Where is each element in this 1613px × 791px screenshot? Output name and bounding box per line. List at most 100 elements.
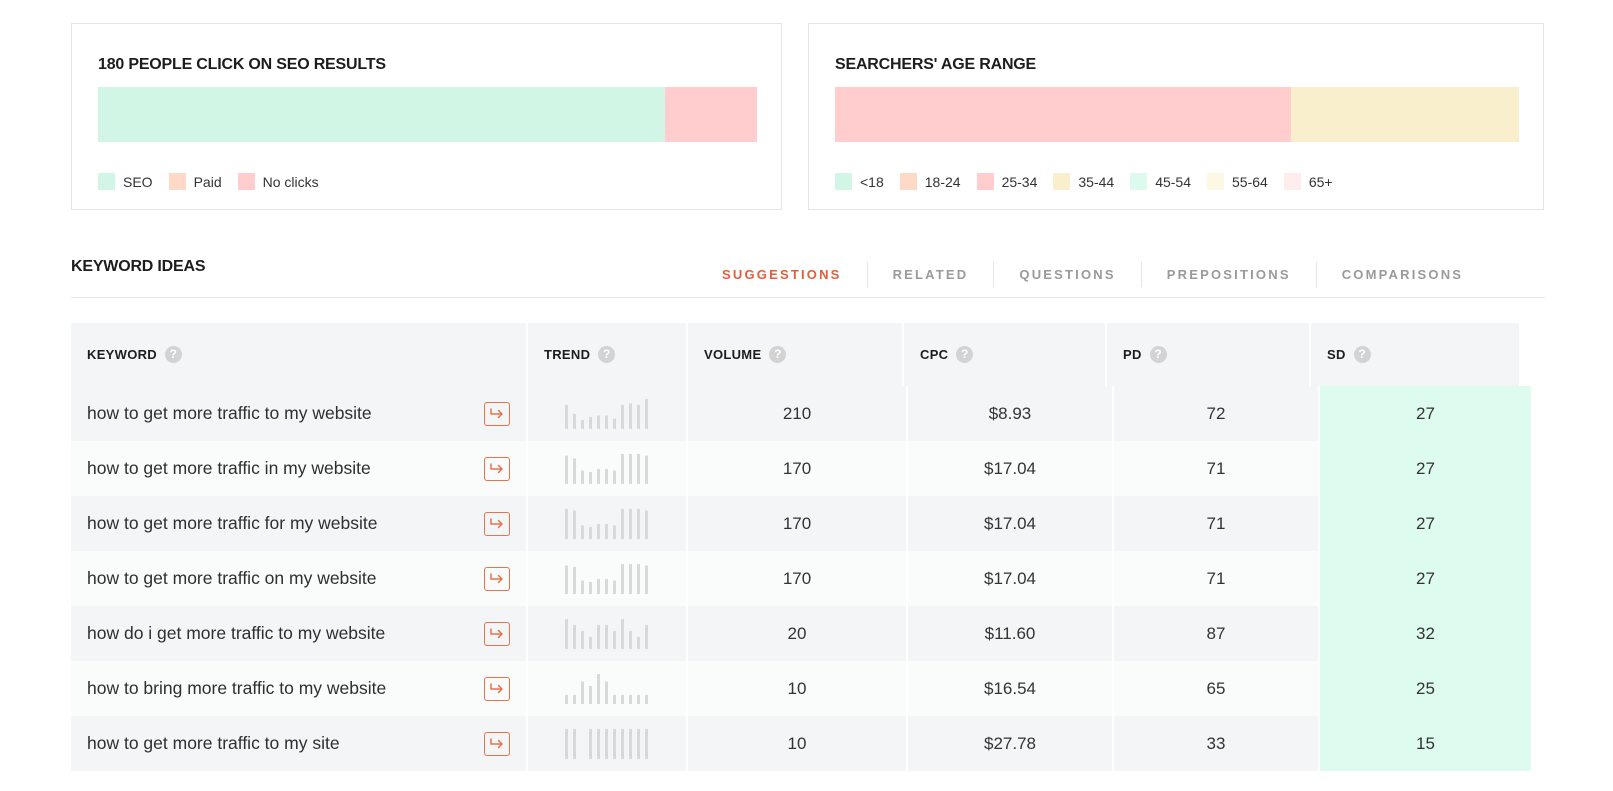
trend-bar xyxy=(629,563,632,594)
seo-segment-seo xyxy=(98,87,665,142)
column-header-cpc[interactable]: CPC? xyxy=(904,323,1105,386)
arrow-turn-right-icon[interactable] xyxy=(484,676,510,701)
cpc-cell: $17.04 xyxy=(908,551,1112,606)
pd-cell: 65 xyxy=(1114,661,1318,716)
legend-label: 18-24 xyxy=(924,173,961,190)
column-header-volume[interactable]: VOLUME? xyxy=(688,323,902,386)
trend-cell xyxy=(528,716,686,771)
keyword-text[interactable]: how to bring more traffic to my website xyxy=(87,678,386,699)
tab-questions[interactable]: QUESTIONS xyxy=(994,267,1140,282)
trend-bar xyxy=(605,523,608,539)
cpc-cell: $17.04 xyxy=(908,441,1112,496)
trend-bar xyxy=(629,403,632,429)
trend-bar xyxy=(613,470,616,484)
tab-comparisons[interactable]: COMPARISONS xyxy=(1317,267,1488,282)
help-icon[interactable]: ? xyxy=(165,346,182,363)
sd-cell: 25 xyxy=(1320,661,1531,716)
trend-sparkline xyxy=(565,508,648,539)
trend-bar xyxy=(573,566,576,594)
sd-cell: 27 xyxy=(1320,496,1531,551)
table-row: how to get more traffic to my site 10 $27.… xyxy=(71,716,1565,771)
trend-sparkline xyxy=(565,453,648,484)
pd-cell: 71 xyxy=(1114,441,1318,496)
trend-bar xyxy=(637,404,640,429)
trend-bar xyxy=(565,694,568,704)
tab-related[interactable]: RELATED xyxy=(868,267,994,282)
legend-swatch xyxy=(1130,173,1148,190)
trend-bar xyxy=(597,624,600,649)
trend-bar xyxy=(621,618,624,649)
trend-bar xyxy=(581,681,584,704)
trend-bar xyxy=(645,398,648,429)
trend-bar xyxy=(589,416,592,429)
trend-bar xyxy=(565,508,568,539)
arrow-turn-right-icon[interactable] xyxy=(484,566,510,591)
column-header-trend[interactable]: TREND? xyxy=(528,323,686,386)
volume-cell: 10 xyxy=(688,716,906,771)
keyword-text[interactable]: how to get more traffic on my website xyxy=(87,568,377,589)
trend-sparkline xyxy=(565,563,648,594)
column-header-label: VOLUME xyxy=(704,347,762,362)
trend-bar xyxy=(565,565,568,594)
pd-cell: 87 xyxy=(1114,606,1318,661)
trend-bar xyxy=(589,581,592,594)
column-header-keyword[interactable]: KEYWORD? xyxy=(71,323,526,386)
tab-prepositions[interactable]: PREPOSITIONS xyxy=(1142,267,1316,282)
arrow-turn-right-icon[interactable] xyxy=(484,511,510,536)
keyword-text[interactable]: how to get more traffic in my website xyxy=(87,458,371,479)
column-header-label: TREND xyxy=(544,347,591,362)
trend-bar xyxy=(637,728,640,759)
trend-bar xyxy=(573,624,576,649)
trend-bar xyxy=(605,415,608,429)
trend-bar xyxy=(621,728,624,759)
volume-cell: 10 xyxy=(688,661,906,716)
keyword-cell: how to bring more traffic to my website xyxy=(71,661,526,716)
trend-cell xyxy=(528,441,686,496)
help-icon[interactable]: ? xyxy=(1149,346,1167,363)
trend-bar xyxy=(613,694,616,704)
trend-bar xyxy=(629,728,632,759)
help-icon[interactable]: ? xyxy=(1353,346,1371,363)
age-legend-item: 18-24 xyxy=(899,173,961,190)
help-icon[interactable]: ? xyxy=(769,346,787,363)
trend-bar xyxy=(605,468,608,484)
cpc-cell: $17.04 xyxy=(908,496,1112,551)
trend-bar xyxy=(589,471,592,484)
help-icon[interactable]: ? xyxy=(956,346,974,363)
age-segment-35-44 xyxy=(1291,87,1519,142)
column-header-sd[interactable]: SD? xyxy=(1311,323,1519,386)
keyword-text[interactable]: how to get more traffic to my site xyxy=(87,733,340,754)
arrow-turn-right-icon[interactable] xyxy=(484,401,510,426)
trend-bar xyxy=(645,455,648,484)
trend-bar xyxy=(645,694,648,704)
cpc-cell: $27.78 xyxy=(908,716,1112,771)
column-header-pd[interactable]: PD? xyxy=(1107,323,1309,386)
legend-swatch xyxy=(976,173,994,190)
trend-bar xyxy=(613,418,616,429)
keyword-text[interactable]: how to get more traffic to my website xyxy=(87,403,372,424)
trend-bar xyxy=(605,578,608,594)
legend-swatch xyxy=(1053,173,1071,190)
age-legend-item: <18 xyxy=(835,173,884,190)
keyword-text[interactable]: how do i get more traffic to my website xyxy=(87,623,385,644)
table-row: how to bring more traffic to my website 1… xyxy=(71,661,1565,716)
trend-cell xyxy=(528,606,686,661)
sd-cell: 27 xyxy=(1320,441,1531,496)
legend-swatch xyxy=(835,173,852,190)
pd-cell: 71 xyxy=(1114,496,1318,551)
arrow-turn-right-icon[interactable] xyxy=(484,731,510,756)
keyword-text[interactable]: how to get more traffic for my website xyxy=(87,513,378,534)
arrow-turn-right-icon[interactable] xyxy=(484,456,510,481)
trend-bar xyxy=(597,728,600,759)
help-icon[interactable]: ? xyxy=(598,346,616,363)
keyword-cell: how to get more traffic in my website xyxy=(71,441,526,496)
age-range-legend: <18 18-24 25-34 35-44 45-54 55-64 65+ xyxy=(835,173,1349,190)
keyword-cell: how to get more traffic for my website xyxy=(71,496,526,551)
legend-label: 35-44 xyxy=(1078,173,1115,190)
pd-cell: 72 xyxy=(1114,386,1318,441)
keyword-cell: how to get more traffic to my site xyxy=(71,716,526,771)
keyword-cell: how to get more traffic to my website xyxy=(71,386,526,441)
arrow-turn-right-icon[interactable] xyxy=(484,621,510,646)
tab-suggestions[interactable]: SUGGESTIONS xyxy=(697,267,867,282)
volume-cell: 170 xyxy=(688,551,906,606)
